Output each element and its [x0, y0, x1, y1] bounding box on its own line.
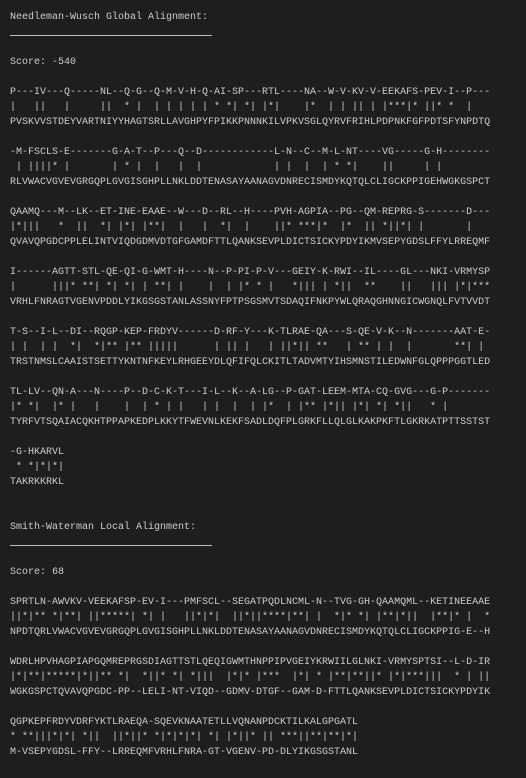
match-line: |* *| |* | | | | * | | | | | | |* | |** …	[10, 402, 491, 413]
match-line: * **|||*|*| *|| ||*||* *|*|*|*| *| |*||*…	[10, 732, 359, 743]
sequence-b-line: TRSTNMSLCAAISTSETTYKNTNFKEYLRHGEEYDLQFIF…	[10, 357, 491, 368]
sequence-a-line: -M-FSCLS-E-------G-A-T--P---Q--D--------…	[10, 147, 491, 158]
local-alignment-title: Smith-Waterman Local Alignment:	[10, 522, 197, 533]
sequence-b-line: PVSKVVSTDEYVARTNIYYHAGTSRLLAVGHPYFPIKKPN…	[10, 117, 491, 128]
match-line: |*||| * || *| |*| |**| | | *| | ||* ***|…	[10, 222, 491, 233]
global-score: Score: -540	[10, 57, 77, 68]
sequence-a-line: QAAMQ---M--LK--ET-INE-EAAE--W---D--RL--H…	[10, 207, 491, 218]
match-line: | ||||* | | * | | | | | | | | * *| || | …	[10, 162, 491, 173]
sequence-b-line: NPDTQRLVWACVGVEVGRGQPLGVGISGHPLLNKLDDTEN…	[10, 627, 491, 638]
sequence-a-line: SPRTLN-AWVKV-VEEKAFSP-EV-I---PMFSCL--SEG…	[10, 597, 491, 608]
match-line: * *|*|*|	[10, 462, 65, 473]
terminal-output: Needleman-Wusch Global Alignment: Score: …	[0, 0, 526, 775]
sequence-a-line: -G-HKARVL	[10, 447, 65, 458]
sequence-b-line: TAKRKKRKL	[10, 477, 65, 488]
match-line: | |||* **| *| *| | **| | | | |* * | *|||…	[10, 282, 491, 293]
sequence-a-line: T-S--I-L--DI--RQGP-KEP-FRDYV------D-RF-Y…	[10, 327, 491, 338]
match-line: |*|**|*****|*||** *| *||* *| *||| |*|* |…	[10, 672, 491, 683]
match-line: | | | | *| *|** |** ||||| | || | | ||*||…	[10, 342, 491, 353]
match-line: | || | || * | | | | | | * *| *| |*| |* |…	[10, 102, 491, 113]
sequence-a-line: WDRLHPVHAGPIAPGQMREPRGSDIAGTTSTLQEQIGWMT…	[10, 657, 491, 668]
sequence-a-line: TL-LV--QN-A---N----P--D-C-K-T---I-L--K--…	[10, 387, 491, 398]
sequence-a-line: P---IV---Q-----NL--Q-G--Q-M-V-H-Q-AI-SP-…	[10, 87, 491, 98]
sequence-a-line: I------AGTT-STL-QE-QI-G-WMT-H----N--P-PI…	[10, 267, 491, 278]
sequence-b-line: TYRFVTSQAIACQKHTPPAPKEDPLKKYTFWEVNLKEKFS…	[10, 417, 491, 428]
sequence-b-line: WGKGSPCTQVAVQPGDC-PP--LELI-NT-VIQD--GDMV…	[10, 687, 491, 698]
sequence-b-line: QVAVQPGDCPPLELINTVIQDGDMVDTGFGAMDFTTLQAN…	[10, 237, 491, 248]
sequence-b-line: RLVWACVGVEVGRGQPLGVGISGHPLLNKLDDTENASAYA…	[10, 177, 491, 188]
sequence-a-line: QGPKEPFRDYVDRFYKTLRAEQA-SQEVKNAATETLLVQN…	[10, 717, 359, 728]
title-underline	[10, 535, 526, 550]
global-alignment-title: Needleman-Wusch Global Alignment:	[10, 12, 209, 23]
sequence-b-line: M-VSEPYGDSL-FFY--LRREQMFVRHLFNRA-GT-VGEN…	[10, 747, 359, 758]
local-score: Score: 68	[10, 567, 65, 578]
match-line: ||*|** *|**| ||*****| *| | ||*|*| ||*||*…	[10, 612, 491, 623]
title-underline	[10, 25, 526, 40]
sequence-b-line: VRHLFNRAGTVGENVPDDLYIKGSGSTANLASSNYFPTPS…	[10, 297, 491, 308]
